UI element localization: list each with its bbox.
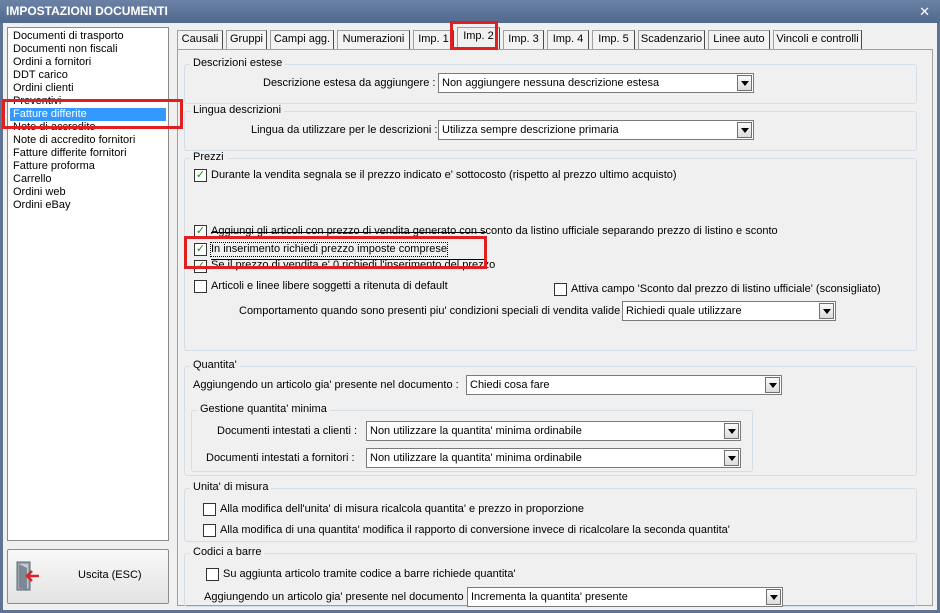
tab-gruppi[interactable]: Gruppi: [226, 30, 267, 49]
sconto-listino-checkbox[interactable]: [554, 283, 567, 296]
quantita-articolo-select[interactable]: Chiedi cosa fare: [466, 375, 782, 395]
prezzo-zero-checkbox[interactable]: [194, 260, 207, 273]
list-item[interactable]: Ordini clienti: [10, 82, 166, 95]
tab-imp-1[interactable]: Imp. 1: [413, 30, 454, 49]
field-label: Aggiungendo un articolo gia' presente ne…: [193, 379, 459, 391]
group-codici-barre: Codici a barre Su aggiunta articolo tram…: [184, 546, 917, 607]
rapporto-label[interactable]: Alla modifica di una quantita' modifica …: [220, 524, 730, 537]
chevron-down-icon[interactable]: [819, 303, 834, 319]
tab-panel-imp-2: Descrizioni estese Descrizione estesa da…: [177, 49, 933, 607]
tab-vincoli-controlli[interactable]: Vincoli e controlli: [773, 30, 862, 49]
list-item[interactable]: Documenti non fiscali: [10, 43, 166, 56]
group-title: Unita' di misura: [190, 481, 272, 493]
list-item[interactable]: Documenti di trasporto: [10, 30, 166, 43]
document-type-list[interactable]: Documenti di trasporto Documenti non fis…: [7, 27, 169, 541]
field-label: Documenti intestati a clienti :: [217, 425, 358, 437]
select-value: Incrementa la quantita' presente: [471, 591, 628, 603]
group-title: Codici a barre: [190, 546, 265, 558]
field-label: Documenti intestati a fornitori :: [206, 452, 355, 464]
field-label: Aggiungendo un articolo gia' presente ne…: [204, 591, 470, 603]
prezzo-imposte-label[interactable]: In inserimento richiedi prezzo imposte c…: [210, 242, 448, 257]
exit-door-icon: [16, 561, 39, 591]
group-descrizioni-estese: Descrizioni estese Descrizione estesa da…: [184, 57, 917, 104]
tab-linee-auto[interactable]: Linee auto: [708, 30, 770, 49]
list-item[interactable]: Fatture differite fornitori: [10, 147, 166, 160]
settings-window: IMPOSTAZIONI DOCUMENTI ✕ Documenti di tr…: [0, 0, 940, 613]
group-title: Quantita': [190, 359, 240, 371]
list-item[interactable]: Ordini a fornitori: [10, 56, 166, 69]
group-title: Lingua descrizioni: [190, 104, 285, 116]
minima-fornitori-select[interactable]: Non utilizzare la quantita' minima ordin…: [366, 448, 741, 468]
group-unita-misura: Unita' di misura Alla modifica dell'unit…: [184, 481, 917, 542]
sottocosto-checkbox[interactable]: [194, 169, 207, 182]
list-item[interactable]: Ordini eBay: [10, 199, 166, 212]
group-quantita-minima: Gestione quantita' minima Documenti inte…: [191, 403, 753, 472]
group-lingua-descrizioni: Lingua descrizioni Lingua da utilizzare …: [184, 104, 917, 151]
codici-barre-select[interactable]: Incrementa la quantita' presente: [467, 587, 783, 607]
prezzo-zero-label[interactable]: Se il prezzo di vendita e' 0 richiedi l'…: [211, 259, 495, 272]
ritenuta-label[interactable]: Articoli e linee libere soggetti a riten…: [211, 280, 448, 293]
chevron-down-icon[interactable]: [724, 423, 739, 439]
group-title: Prezzi: [190, 151, 227, 163]
richiedi-quantita-label[interactable]: Su aggiunta articolo tramite codice a ba…: [223, 568, 516, 581]
tab-campi-agg[interactable]: Campi agg.: [270, 30, 334, 49]
rapporto-checkbox[interactable]: [203, 524, 216, 537]
select-value: Chiedi cosa fare: [470, 379, 550, 391]
chevron-down-icon[interactable]: [766, 589, 781, 605]
chevron-down-icon[interactable]: [724, 450, 739, 466]
ricalcola-label[interactable]: Alla modifica dell'unita' di misura rica…: [220, 503, 584, 516]
richiedi-quantita-checkbox[interactable]: [206, 568, 219, 581]
list-item-selected[interactable]: Fatture differite: [10, 108, 166, 121]
chevron-down-icon[interactable]: [765, 377, 780, 393]
tab-imp-4[interactable]: Imp. 4: [547, 30, 589, 49]
group-title: Descrizioni estese: [190, 57, 286, 69]
chevron-down-icon[interactable]: [737, 122, 752, 138]
select-value: Non utilizzare la quantita' minima ordin…: [370, 452, 582, 464]
exit-button[interactable]: Uscita (ESC): [7, 549, 169, 604]
chevron-down-icon[interactable]: [737, 75, 752, 91]
list-item[interactable]: Preventivi: [10, 95, 166, 108]
ritenuta-checkbox[interactable]: [194, 280, 207, 293]
close-icon[interactable]: ✕: [919, 0, 930, 23]
group-quantita: Quantita' Aggiungendo un articolo gia' p…: [184, 359, 917, 476]
field-label: Descrizione estesa da aggiungere :: [263, 77, 436, 89]
condizioni-speciali-select[interactable]: Richiedi quale utilizzare: [622, 301, 836, 321]
list-item[interactable]: Note di accredito: [10, 121, 166, 134]
overlap-strike: [211, 232, 486, 233]
sottocosto-label[interactable]: Durante la vendita segnala se il prezzo …: [211, 169, 677, 182]
condizioni-label: Comportamento quando sono presenti piu' …: [239, 305, 627, 317]
select-value: Richiedi quale utilizzare: [626, 305, 742, 317]
list-item[interactable]: Note di accredito fornitori: [10, 134, 166, 147]
tab-scadenzario[interactable]: Scadenzario: [638, 30, 705, 49]
window-client-area: Documenti di trasporto Documenti non fis…: [3, 23, 937, 610]
list-item[interactable]: Ordini web: [10, 186, 166, 199]
ricalcola-checkbox[interactable]: [203, 503, 216, 516]
select-value: Non aggiungere nessuna descrizione estes…: [442, 77, 660, 89]
tab-imp-5[interactable]: Imp. 5: [592, 30, 635, 49]
lingua-descrizioni-select[interactable]: Utilizza sempre descrizione primaria: [438, 120, 754, 140]
group-prezzi: Prezzi Durante la vendita segnala se il …: [184, 151, 917, 351]
tab-causali[interactable]: Causali: [177, 30, 223, 49]
tab-imp-3[interactable]: Imp. 3: [503, 30, 544, 49]
separa-sconto-checkbox[interactable]: [194, 225, 207, 238]
title-bar: IMPOSTAZIONI DOCUMENTI ✕: [0, 0, 940, 23]
list-item[interactable]: Fatture proforma: [10, 160, 166, 173]
minima-clienti-select[interactable]: Non utilizzare la quantita' minima ordin…: [366, 421, 741, 441]
sconto-listino-label[interactable]: Attiva campo 'Sconto dal prezzo di listi…: [571, 283, 881, 296]
prezzo-imposte-checkbox[interactable]: [194, 243, 207, 256]
tab-numerazioni[interactable]: Numerazioni: [337, 30, 410, 49]
exit-button-label: Uscita (ESC): [78, 569, 142, 581]
descrizione-estesa-select[interactable]: Non aggiungere nessuna descrizione estes…: [438, 73, 754, 93]
select-value: Non utilizzare la quantita' minima ordin…: [370, 425, 582, 437]
field-label: Lingua da utilizzare per le descrizioni …: [251, 124, 438, 136]
select-value: Utilizza sempre descrizione primaria: [442, 124, 619, 136]
list-item[interactable]: DDT carico: [10, 69, 166, 82]
window-title: IMPOSTAZIONI DOCUMENTI: [6, 4, 168, 18]
tab-imp-2[interactable]: Imp. 2: [457, 27, 500, 49]
group-title: Gestione quantita' minima: [197, 403, 330, 415]
list-item[interactable]: Carrello: [10, 173, 166, 186]
overlap-strike: [211, 259, 486, 260]
